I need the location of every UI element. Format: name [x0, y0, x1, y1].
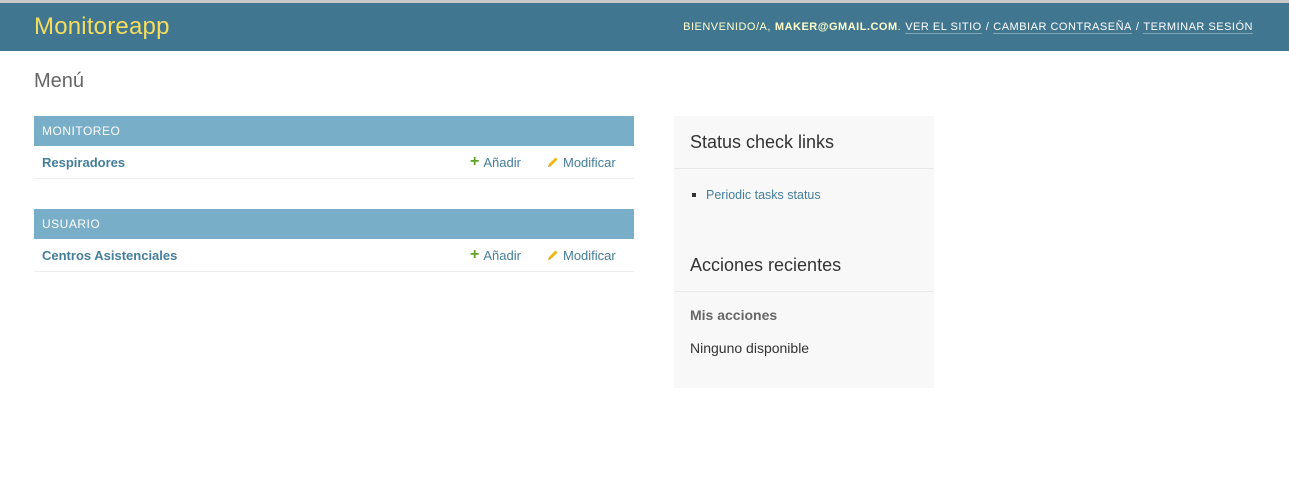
square-bullet-icon	[692, 193, 696, 197]
my-actions-title: Mis acciones	[690, 307, 778, 323]
add-respiradores-button[interactable]: + Añadir	[470, 154, 521, 170]
change-password-link[interactable]: CAMBIAR CONTRASEÑA	[993, 21, 1132, 34]
no-actions-text: Ninguno disponible	[690, 340, 810, 356]
recent-actions-title: Acciones recientes	[674, 239, 934, 292]
header-bar: Monitoreapp BIENVENIDO/A, MAKER@GMAIL.CO…	[0, 3, 1289, 51]
module-monitoreo: MONITOREO Respiradores + Añadir Modifica…	[34, 116, 634, 179]
user-tools: BIENVENIDO/A, MAKER@GMAIL.COM . VER EL S…	[683, 21, 1253, 34]
add-label: Añadir	[483, 154, 521, 170]
separator: /	[985, 21, 990, 33]
logout-link[interactable]: TERMINAR SESIÓN	[1143, 21, 1253, 34]
module-usuario: USUARIO Centros Asistenciales + Añadir M…	[34, 209, 634, 272]
status-check-title: Status check links	[674, 116, 934, 169]
separator: /	[1135, 21, 1140, 33]
user-period: .	[897, 21, 902, 33]
model-link-centros-asistenciales[interactable]: Centros Asistenciales	[34, 248, 177, 263]
status-links-list: Periodic tasks status	[690, 188, 821, 202]
model-link-respiradores[interactable]: Respiradores	[34, 155, 125, 170]
periodic-tasks-link[interactable]: Periodic tasks status	[706, 188, 821, 202]
site-brand[interactable]: Monitoreapp	[34, 13, 170, 41]
plus-icon: +	[470, 153, 480, 170]
model-row-centros: Centros Asistenciales + Añadir Modificar	[34, 239, 634, 272]
change-centros-button[interactable]: Modificar	[547, 248, 616, 263]
list-item: Periodic tasks status	[690, 188, 821, 202]
plus-icon: +	[470, 246, 480, 263]
user-email: MAKER@GMAIL.COM	[774, 21, 898, 33]
view-site-link[interactable]: VER EL SITIO	[905, 21, 982, 34]
module-caption[interactable]: USUARIO	[34, 209, 634, 239]
pencil-icon	[548, 250, 558, 260]
change-label: Modificar	[563, 247, 616, 263]
page-title: Menú	[34, 70, 85, 92]
pencil-icon	[548, 157, 558, 167]
add-label: Añadir	[483, 247, 521, 263]
model-row-respiradores: Respiradores + Añadir Modificar	[34, 146, 634, 179]
add-centros-button[interactable]: + Añadir	[470, 247, 521, 263]
sidebar: Status check links Periodic tasks status…	[674, 116, 934, 388]
change-label: Modificar	[563, 154, 616, 170]
module-caption[interactable]: MONITOREO	[34, 116, 634, 146]
change-respiradores-button[interactable]: Modificar	[547, 155, 616, 170]
welcome-text: BIENVENIDO/A,	[683, 21, 771, 33]
